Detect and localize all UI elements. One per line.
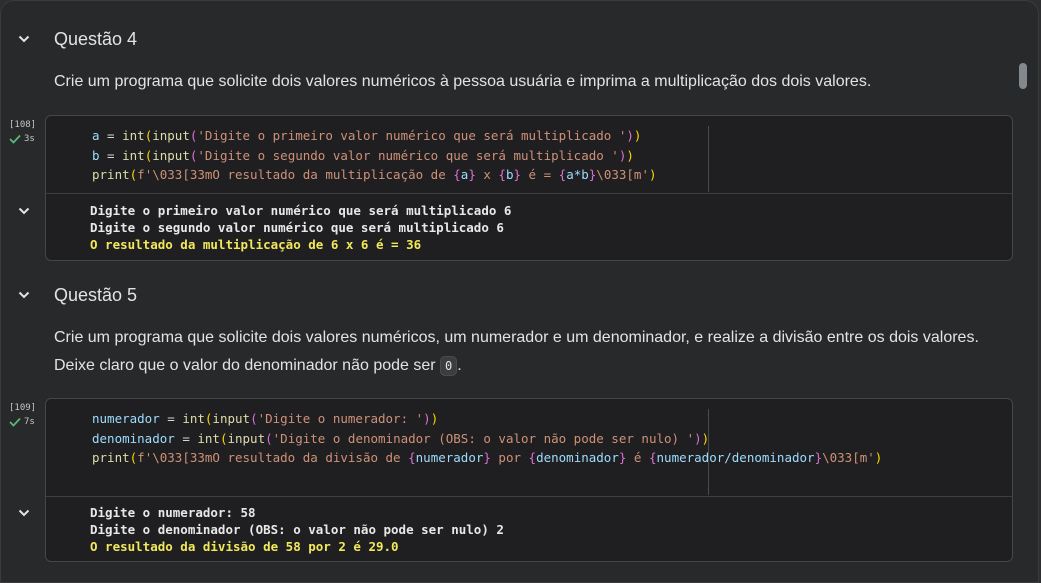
description-line: Crie um programa que solicite dois valor… — [54, 329, 979, 346]
chevron-down-icon[interactable] — [16, 31, 32, 47]
code-editor[interactable]: a = int(input('Digite o primeiro valor n… — [92, 126, 657, 185]
chevron-down-icon[interactable] — [16, 287, 32, 303]
output-line: Digite o primeiro valor numérico que ser… — [90, 203, 512, 218]
execution-status: 3s — [9, 134, 41, 144]
execution-status: 7s — [9, 417, 41, 427]
code-cell[interactable]: a = int(input('Digite o primeiro valor n… — [18, 115, 1013, 261]
output-line: Digite o denominador (OBS: o valor não p… — [90, 522, 504, 537]
cell-output: Digite o primeiro valor numérico que ser… — [90, 202, 511, 253]
code-editor[interactable]: numerador = int(input('Digite o numerado… — [92, 409, 882, 468]
code-line: a = int(input('Digite o primeiro valor n… — [92, 128, 642, 143]
code-line: print(f'\033[33mO resultado da multiplic… — [92, 167, 657, 182]
execution-time: 7s — [24, 417, 35, 427]
inline-code: 0 — [440, 356, 458, 376]
section-title: Questão 5 — [54, 284, 138, 305]
cell-divider — [46, 496, 1012, 497]
code-line: numerador = int(input('Digite o numerado… — [92, 411, 439, 426]
scrollbar-thumb[interactable] — [1019, 63, 1027, 89]
cell-divider — [46, 193, 1012, 194]
section-heading-questao-5[interactable]: Questão 5 — [1, 279, 1001, 311]
description-line: Deixe claro que o valor do denominador n… — [54, 352, 979, 380]
description-text: Deixe claro que o valor do denominador n… — [54, 357, 436, 374]
notebook-frame: Questão 4 Crie um programa que solicite … — [0, 0, 1039, 583]
description-text: . — [457, 357, 462, 374]
section-description: Crie um programa que solicite dois valor… — [54, 73, 872, 90]
execution-info: [108] 3s — [9, 120, 41, 144]
ruler-line — [708, 126, 709, 192]
code-line: denominador = int(input('Digite o denomi… — [92, 430, 710, 446]
execution-count: [109] — [9, 403, 37, 413]
check-icon — [9, 134, 21, 144]
chevron-down-icon[interactable] — [16, 203, 32, 219]
chevron-down-icon[interactable] — [16, 505, 32, 521]
check-icon — [9, 417, 21, 427]
code-line: b = int(input('Digite o segundo valor nu… — [92, 147, 634, 163]
section-heading-questao-4[interactable]: Questão 4 — [1, 23, 1001, 55]
ruler-line — [708, 409, 709, 495]
code-cell[interactable]: numerador = int(input('Digite o numerado… — [18, 398, 1013, 562]
output-result-line: O resultado da multiplicação de 6 x 6 é … — [90, 237, 422, 252]
code-line: print(f'\033[33mO resultado da divisão d… — [92, 450, 883, 465]
execution-info: [109] 7s — [9, 403, 41, 427]
cell-output: Digite o numerador: 58 Digite o denominad… — [90, 504, 504, 555]
execution-time: 3s — [24, 134, 35, 144]
output-line: Digite o numerador: 58 — [90, 505, 256, 520]
execution-count: [108] — [9, 120, 37, 130]
output-line: Digite o segundo valor numérico que será… — [90, 220, 504, 235]
section-description: Crie um programa que solicite dois valor… — [54, 324, 979, 380]
section-title: Questão 4 — [54, 28, 138, 49]
output-result-line: O resultado da divisão de 58 por 2 é 29.… — [90, 539, 399, 554]
